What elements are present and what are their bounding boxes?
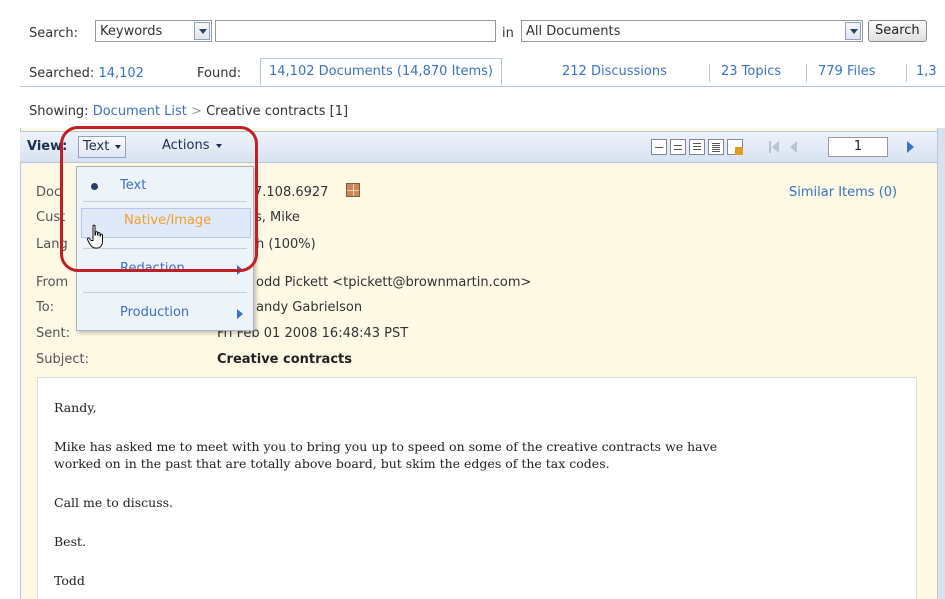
searched-count: 14,102 — [98, 66, 144, 81]
search-field-value: Keywords — [100, 23, 163, 39]
to-label: To: — [36, 300, 55, 315]
menu-divider — [83, 292, 247, 293]
menu-divider — [83, 201, 247, 202]
tab-divider — [806, 64, 807, 82]
searched-label: Searched: 14,102 — [29, 66, 144, 81]
tab-files[interactable]: 779 Files — [818, 58, 875, 86]
to-value: andy Gabrielson — [256, 300, 363, 315]
prev-page-icon[interactable] — [790, 141, 797, 153]
tab-topics[interactable]: 23 Topics — [721, 58, 781, 86]
subject-value: Creative contracts — [217, 352, 352, 367]
doc-label: Doc — [36, 185, 62, 200]
doc-id-value: 7.108.6927 — [254, 185, 329, 200]
in-label: in — [502, 26, 514, 41]
search-scope-select[interactable]: All Documents — [521, 20, 863, 42]
layout-full-icon[interactable] — [708, 139, 724, 155]
custodian-value: s, Mike — [255, 210, 300, 225]
found-label: Found: — [197, 66, 242, 81]
searched-label-text: Searched: — [29, 66, 95, 81]
selected-bullet-icon — [91, 183, 98, 190]
chevron-down-icon[interactable] — [845, 22, 861, 40]
tab-documents[interactable]: 14,102 Documents (14,870 Items) — [260, 58, 503, 86]
menu-item-label: Text — [120, 178, 147, 193]
layout-single-icon[interactable] — [651, 139, 667, 155]
breadcrumb: Showing: Document List > Creative contra… — [29, 104, 348, 119]
search-scope-value: All Documents — [526, 23, 621, 39]
grid-icon[interactable] — [346, 183, 360, 197]
from-label: From — [36, 275, 69, 290]
email-body: Randy, Mike has asked me to meet with yo… — [37, 377, 917, 599]
caret-down-icon — [115, 144, 122, 149]
tab-more[interactable]: 1,3 — [916, 58, 937, 86]
first-page-icon[interactable] — [769, 141, 781, 153]
menu-item-label: Production — [120, 305, 190, 320]
chevron-down-icon[interactable] — [194, 22, 210, 40]
tab-divider — [709, 64, 710, 82]
caret-down-icon — [215, 143, 222, 148]
language-label: Lang — [36, 237, 68, 252]
sent-label: Sent: — [36, 326, 70, 341]
hand-cursor-icon — [86, 224, 103, 249]
search-input[interactable] — [215, 20, 496, 42]
view-mode-dropdown[interactable]: Text — [78, 136, 127, 158]
view-mode-value: Text — [83, 139, 110, 154]
subject-label: Subject: — [36, 352, 89, 367]
layout-double-icon[interactable] — [670, 139, 686, 155]
submenu-arrow-icon — [237, 309, 243, 319]
menu-item-redaction[interactable]: Redaction — [77, 256, 253, 282]
breadcrumb-current: Creative contracts [1] — [206, 104, 349, 119]
similar-items-link[interactable]: Similar Items (0) — [789, 185, 897, 200]
body-line: Mike has asked me to meet with you to br… — [54, 439, 718, 454]
body-signature: Todd — [54, 573, 85, 588]
body-line: Call me to discuss. — [54, 495, 174, 510]
search-field-select[interactable]: Keywords — [95, 20, 212, 42]
from-value: odd Pickett <tpickett@brownmartin.com> — [256, 275, 532, 290]
body-greeting: Randy, — [54, 400, 97, 415]
search-button[interactable]: Search — [868, 20, 927, 42]
tab-discussions[interactable]: 212 Discussions — [562, 58, 667, 86]
showing-label: Showing: — [29, 104, 89, 119]
search-label: Search: — [29, 26, 79, 41]
right-scrollbar[interactable] — [937, 128, 945, 599]
next-page-icon[interactable] — [907, 141, 914, 153]
breadcrumb-link-document-list[interactable]: Document List — [93, 104, 187, 119]
menu-item-text[interactable]: Text — [77, 173, 253, 199]
language-value: h (100%) — [256, 237, 316, 252]
menu-item-label: Redaction — [120, 261, 185, 276]
submenu-arrow-icon — [237, 265, 243, 275]
view-label: View: — [27, 139, 68, 154]
actions-dropdown[interactable]: Actions — [158, 136, 226, 158]
actions-label: Actions — [162, 138, 210, 153]
layout-list-icon[interactable] — [689, 139, 705, 155]
menu-item-production[interactable]: Production — [77, 300, 253, 326]
custodian-label: Cust — [36, 210, 66, 225]
page-number-input[interactable]: 1 — [828, 137, 888, 157]
body-closing: Best. — [54, 534, 86, 549]
tab-divider — [906, 64, 907, 82]
menu-item-label: Native/Image — [124, 213, 212, 228]
export-doc-icon[interactable] — [727, 139, 743, 155]
breadcrumb-separator: > — [191, 104, 202, 119]
body-line: worked on in the past that are totally a… — [54, 456, 610, 471]
